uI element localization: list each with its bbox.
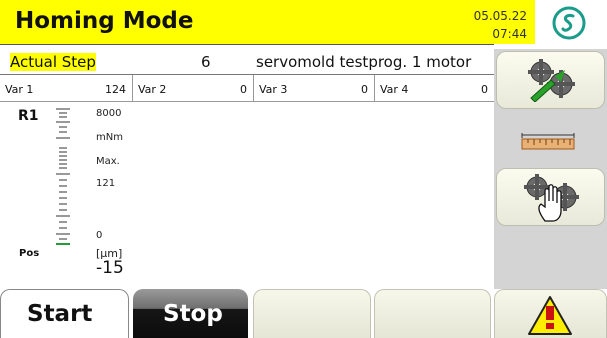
var-cell-3: Var 3 0 [254, 75, 375, 101]
right-tool-panel [494, 49, 607, 289]
stop-button[interactable]: Stop [133, 289, 248, 338]
gauge-name: R1 [18, 108, 39, 124]
gauge-current-max: 121 [96, 178, 116, 189]
var-value: 124 [105, 83, 126, 96]
var-cell-4: Var 4 0 [375, 75, 494, 101]
gears-with-hand-icon [524, 174, 579, 222]
title-bar: Homing Mode 05.05.22 07:44 [0, 0, 535, 44]
var-value: 0 [481, 83, 488, 96]
empty-function-button-1[interactable] [253, 289, 371, 338]
gauge-min-value: 0 [96, 230, 103, 241]
var-label: Var 4 [380, 83, 409, 96]
actual-step-label: Actual Step [10, 53, 96, 71]
actual-step-row: Actual Step 6 servomold testprog. 1 moto… [0, 50, 494, 74]
page-title: Homing Mode [15, 8, 194, 34]
var-value: 0 [361, 83, 368, 96]
var-label: Var 2 [138, 83, 167, 96]
gauge-max-label: Max. [96, 156, 120, 167]
gauge-unit: mNm [96, 132, 123, 143]
gear-tool-button[interactable] [496, 51, 605, 109]
warning-triangle-icon [528, 296, 572, 335]
variables-row: Var 1 124 Var 2 0 Var 3 0 Var 4 0 [0, 75, 494, 102]
program-name: servomold testprog. 1 motor [256, 53, 472, 71]
s-swirl-logo-icon [552, 6, 586, 40]
var-value: 0 [240, 83, 247, 96]
var-cell-1: Var 1 124 [0, 75, 133, 101]
start-button-label: Start [27, 301, 93, 327]
warning-button[interactable] [494, 289, 607, 338]
time-text: 07:44 [492, 27, 527, 41]
actual-step-value: 6 [201, 53, 211, 71]
var-label: Var 1 [5, 83, 34, 96]
datetime-display: 05.05.22 07:44 [474, 7, 527, 43]
logo-area [535, 0, 607, 44]
header-divider [0, 44, 494, 45]
date-text: 05.05.22 [473, 9, 527, 23]
stop-button-label: Stop [163, 301, 223, 327]
torque-scale [56, 108, 70, 245]
empty-function-button-2[interactable] [374, 289, 491, 338]
var-cell-2: Var 2 0 [133, 75, 254, 101]
start-button[interactable]: Start [0, 289, 129, 338]
gauge-max-value: 8000 [96, 108, 122, 119]
position-label: Pos [19, 248, 40, 259]
manual-gear-button[interactable] [496, 168, 605, 226]
ruler-icon[interactable] [520, 133, 576, 151]
position-value: -15 [96, 258, 124, 278]
var-label: Var 3 [259, 83, 288, 96]
gears-with-green-arrow-icon [528, 59, 575, 102]
